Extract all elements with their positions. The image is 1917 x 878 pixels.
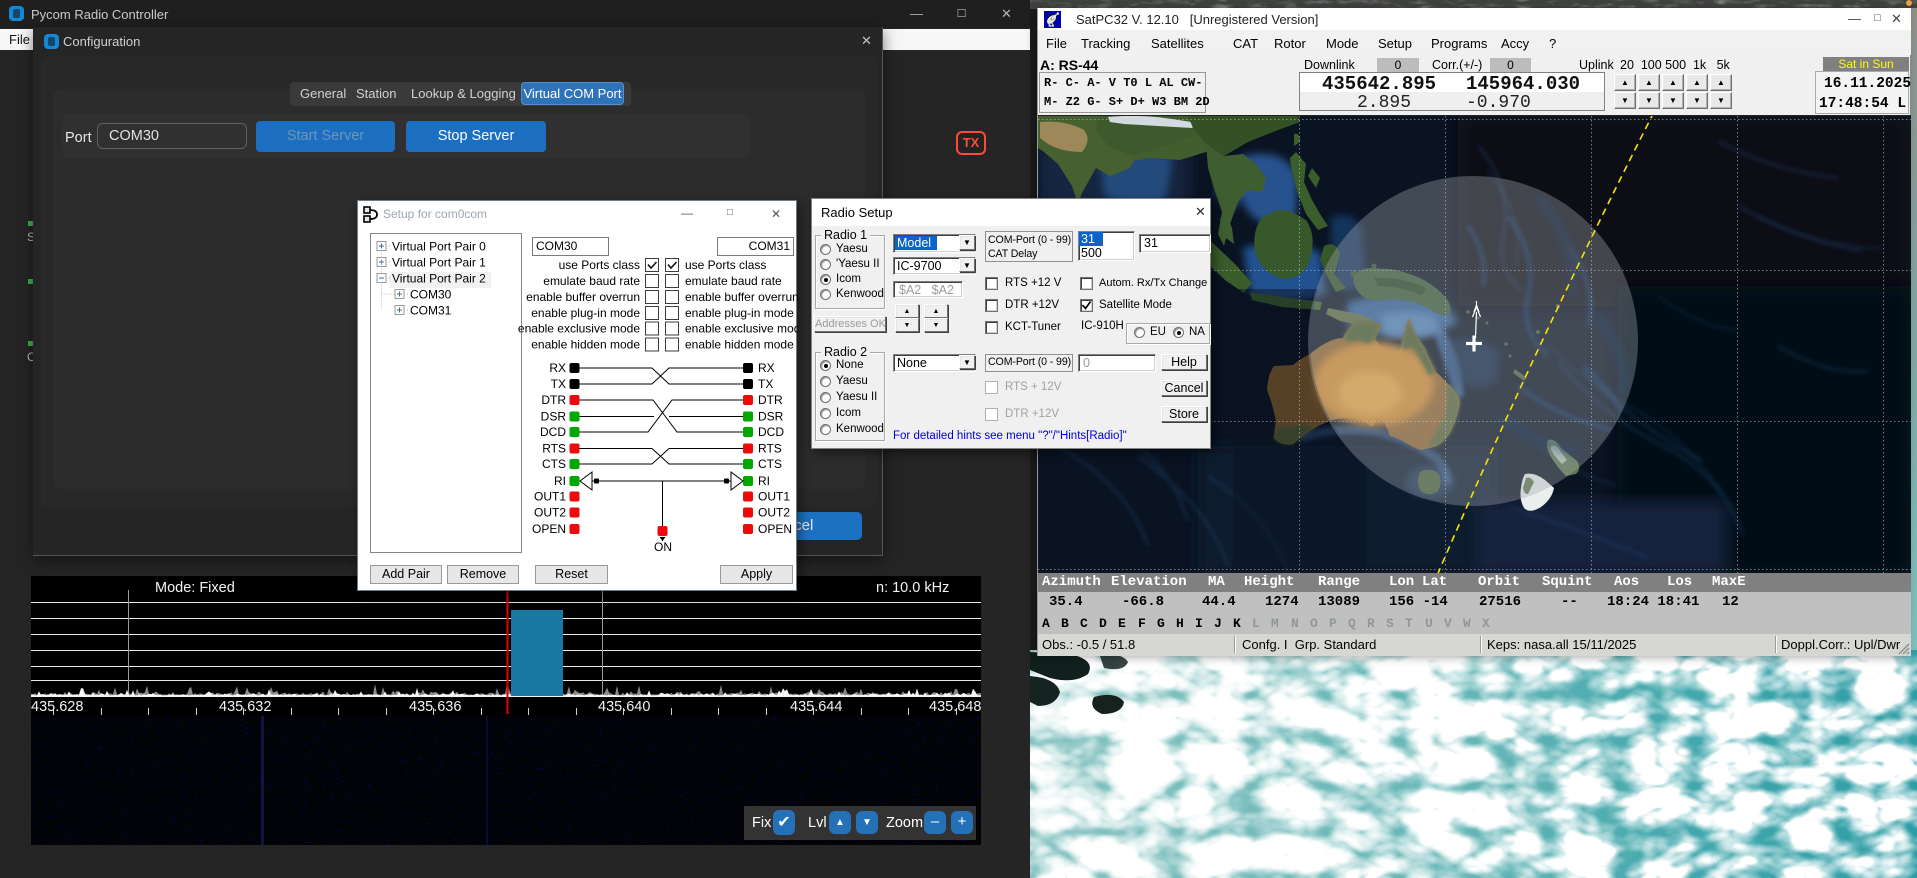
svg-text:DSR: DSR [541,410,567,424]
svg-text:OPEN: OPEN [758,522,792,536]
svg-text:OUT1: OUT1 [534,490,566,504]
svg-text:RTS: RTS [542,442,566,456]
svg-text:OUT1: OUT1 [758,490,790,504]
svg-text:DTR: DTR [541,393,566,407]
svg-text:TX: TX [551,377,566,391]
svg-text:ON: ON [654,540,672,554]
svg-text:emulate baud rate: emulate baud rate [685,274,782,288]
svg-text:DSR: DSR [758,410,784,424]
svg-text:RI: RI [554,474,566,488]
svg-text:enable plug-in mode: enable plug-in mode [685,306,794,320]
svg-text:emulate baud rate: emulate baud rate [543,274,640,288]
svg-text:DCD: DCD [758,425,784,439]
svg-text:TX: TX [758,377,773,391]
svg-text:RI: RI [758,474,770,488]
svg-text:DTR: DTR [758,393,783,407]
svg-text:DCD: DCD [540,425,566,439]
svg-text:OUT2: OUT2 [758,506,790,520]
svg-text:enable exclusive mode: enable exclusive mode [518,322,640,336]
svg-text:enable plug-in mode: enable plug-in mode [531,306,640,320]
svg-text:use Ports class: use Ports class [559,258,640,272]
svg-text:CTS: CTS [758,457,782,471]
svg-text:enable exclusive mode: enable exclusive mode [685,322,798,336]
svg-text:OUT2: OUT2 [534,506,566,520]
svg-text:RTS: RTS [758,442,782,456]
svg-text:enable buffer overrun: enable buffer overrun [526,290,640,304]
svg-text:RX: RX [758,361,775,375]
svg-text:enable hidden mode: enable hidden mode [531,338,640,352]
svg-text:CTS: CTS [542,457,566,471]
svg-text:RX: RX [549,361,566,375]
svg-text:OPEN: OPEN [532,522,566,536]
svg-text:enable hidden mode: enable hidden mode [685,338,794,352]
svg-text:enable buffer overrun: enable buffer overrun [685,290,798,304]
svg-text:use Ports class: use Ports class [685,258,766,272]
